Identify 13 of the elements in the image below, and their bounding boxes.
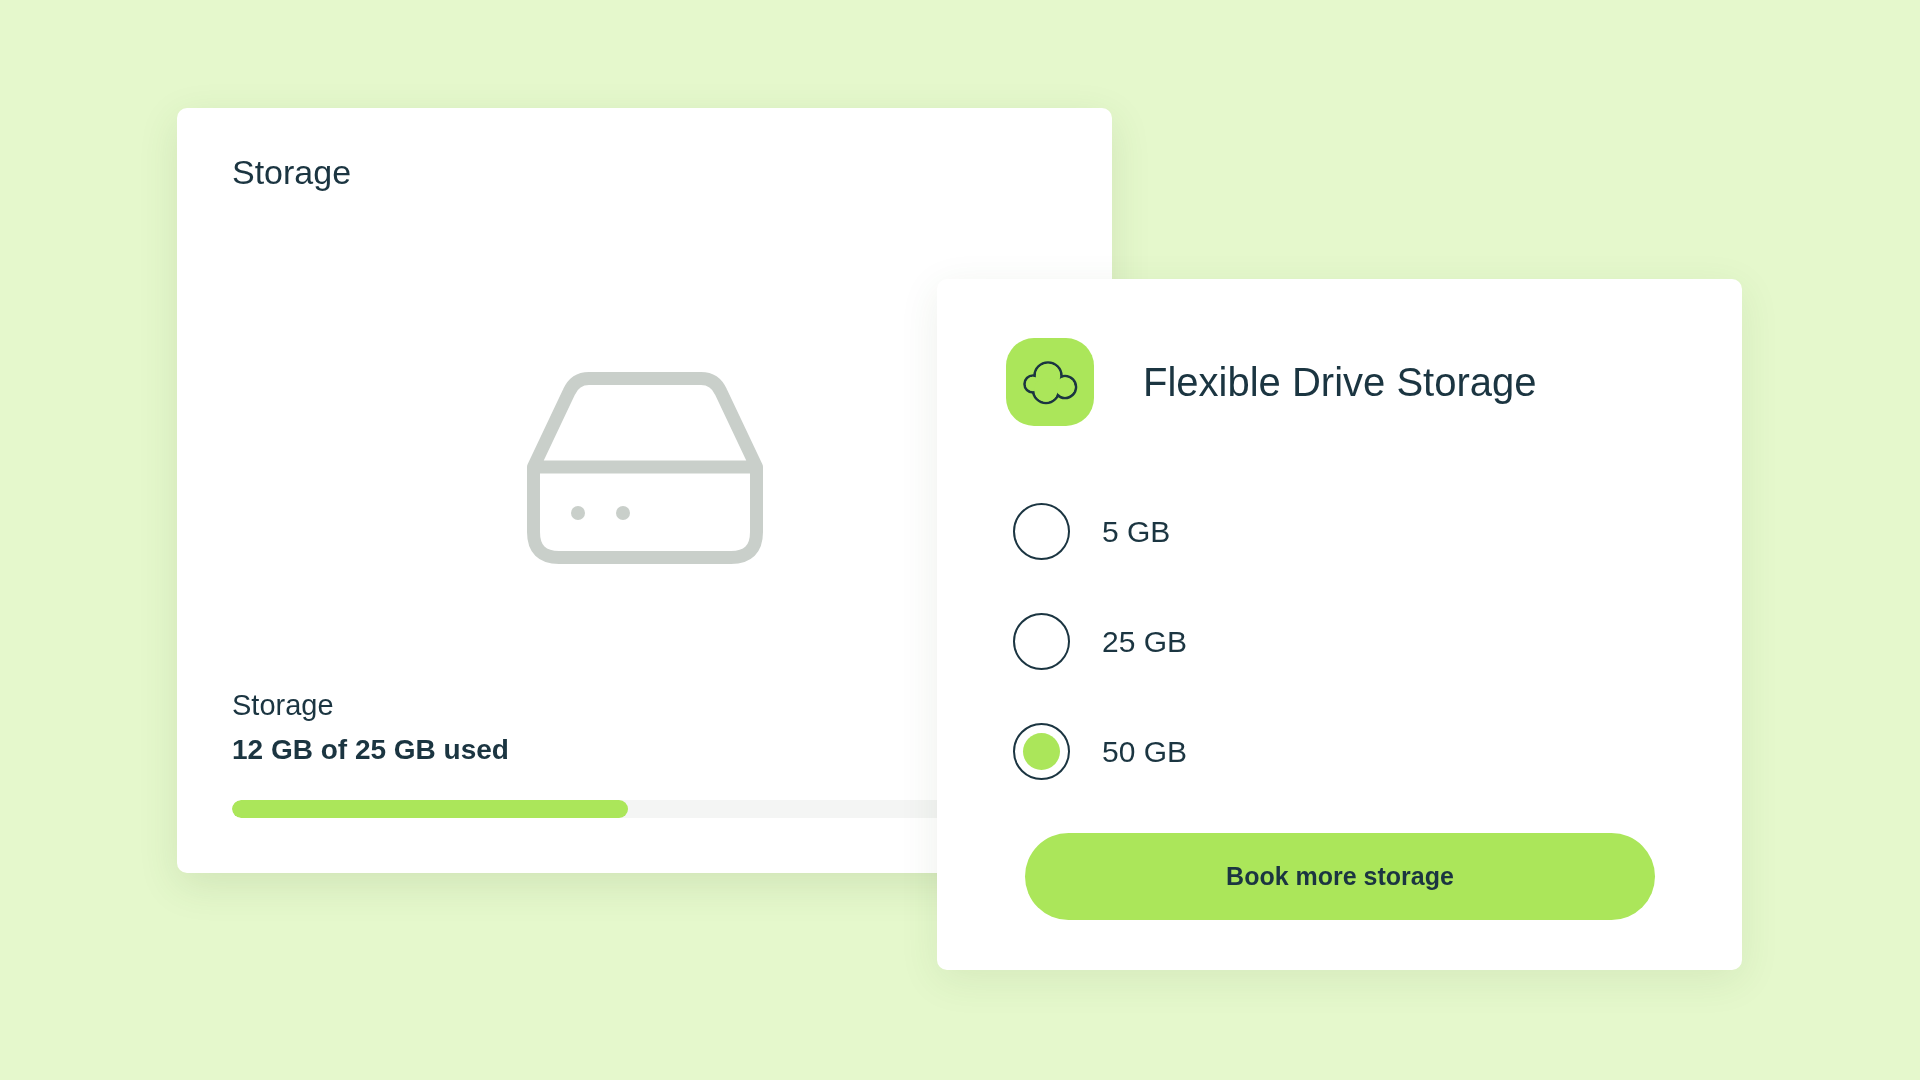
- radio-icon[interactable]: [1013, 503, 1070, 560]
- radio-option[interactable]: 5 GB: [1013, 503, 1171, 560]
- radio-icon[interactable]: [1013, 723, 1070, 780]
- usage-label: Storage: [232, 688, 334, 722]
- radio-icon[interactable]: [1013, 613, 1070, 670]
- hard-drive-icon: [526, 372, 763, 564]
- cloud-icon: [1006, 338, 1094, 426]
- card-title: Storage: [232, 152, 352, 192]
- card-title: Flexible Drive Storage: [1143, 359, 1537, 406]
- usage-text: 12 GB of 25 GB used: [232, 733, 509, 767]
- book-storage-button[interactable]: Book more storage: [1025, 833, 1655, 920]
- radio-option[interactable]: 25 GB: [1013, 613, 1188, 670]
- radio-option[interactable]: 50 GB: [1013, 723, 1188, 780]
